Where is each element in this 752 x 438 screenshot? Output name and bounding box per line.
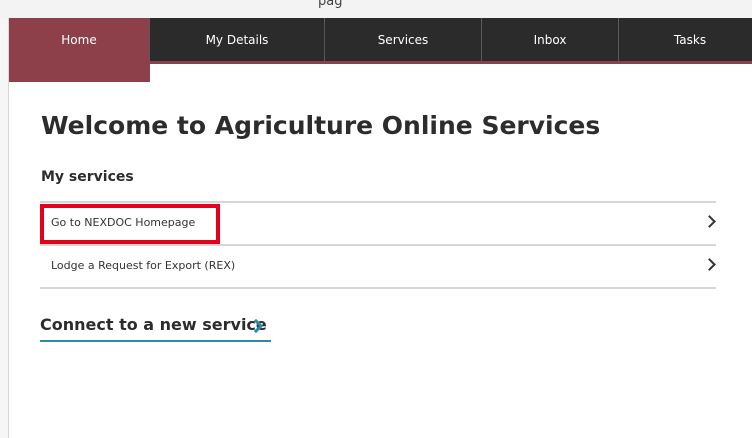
tab-home[interactable]: Home — [9, 18, 150, 61]
highlight-box — [40, 204, 220, 244]
nav-underline — [150, 61, 752, 64]
chevron-right-icon — [703, 258, 716, 271]
active-tab-indicator — [9, 61, 150, 82]
tab-inbox[interactable]: Inbox — [482, 18, 619, 61]
service-label: Lodge a Request for Export (REX) — [51, 259, 236, 272]
connect-new-service-label: Connect to a new service — [40, 315, 267, 334]
top-strip-text: pag — [318, 0, 343, 9]
tab-tasks[interactable]: Tasks — [619, 18, 752, 61]
service-link-nexdoc[interactable]: Go to NEXDOC Homepage — [40, 203, 716, 244]
divider — [40, 287, 716, 289]
main-navigation: Home My Details Services Inbox Tasks — [9, 18, 752, 61]
tab-my-details[interactable]: My Details — [150, 18, 325, 61]
page-frame: Home My Details Services Inbox Tasks Wel… — [8, 18, 752, 438]
tab-services[interactable]: Services — [325, 18, 482, 61]
services-list: Go to NEXDOC Homepage Lodge a Request fo… — [40, 201, 716, 289]
service-link-rex[interactable]: Lodge a Request for Export (REX) — [40, 246, 716, 287]
connect-new-service-link[interactable]: Connect to a new service — [40, 314, 271, 342]
page-title: Welcome to Agriculture Online Services — [41, 111, 601, 140]
chevron-right-icon — [703, 215, 716, 228]
top-strip: pag — [0, 0, 752, 18]
my-services-heading: My services — [41, 169, 134, 185]
